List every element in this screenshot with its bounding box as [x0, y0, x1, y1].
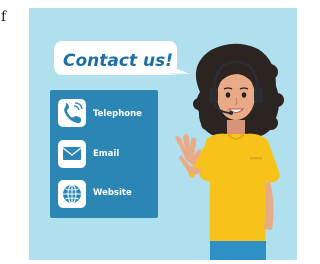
contact-panel: Telephone Email Website [50, 90, 158, 218]
contact-label-email: Email [93, 149, 119, 159]
speech-bubble: Contact us! [54, 41, 190, 75]
email-icon [62, 147, 82, 160]
contact-label-telephone: Telephone [93, 109, 142, 119]
globe-icon [63, 184, 81, 204]
speech-bubble-text: Contact us! [63, 51, 173, 71]
illustration-stage: f Contact us! Telephone Email Website [0, 0, 315, 264]
contact-us-illustration: Contact us! Telephone Email Website [29, 8, 297, 260]
contact-label-website: Website [93, 188, 132, 198]
pants [210, 241, 266, 260]
telephone-icon-box [58, 99, 86, 127]
